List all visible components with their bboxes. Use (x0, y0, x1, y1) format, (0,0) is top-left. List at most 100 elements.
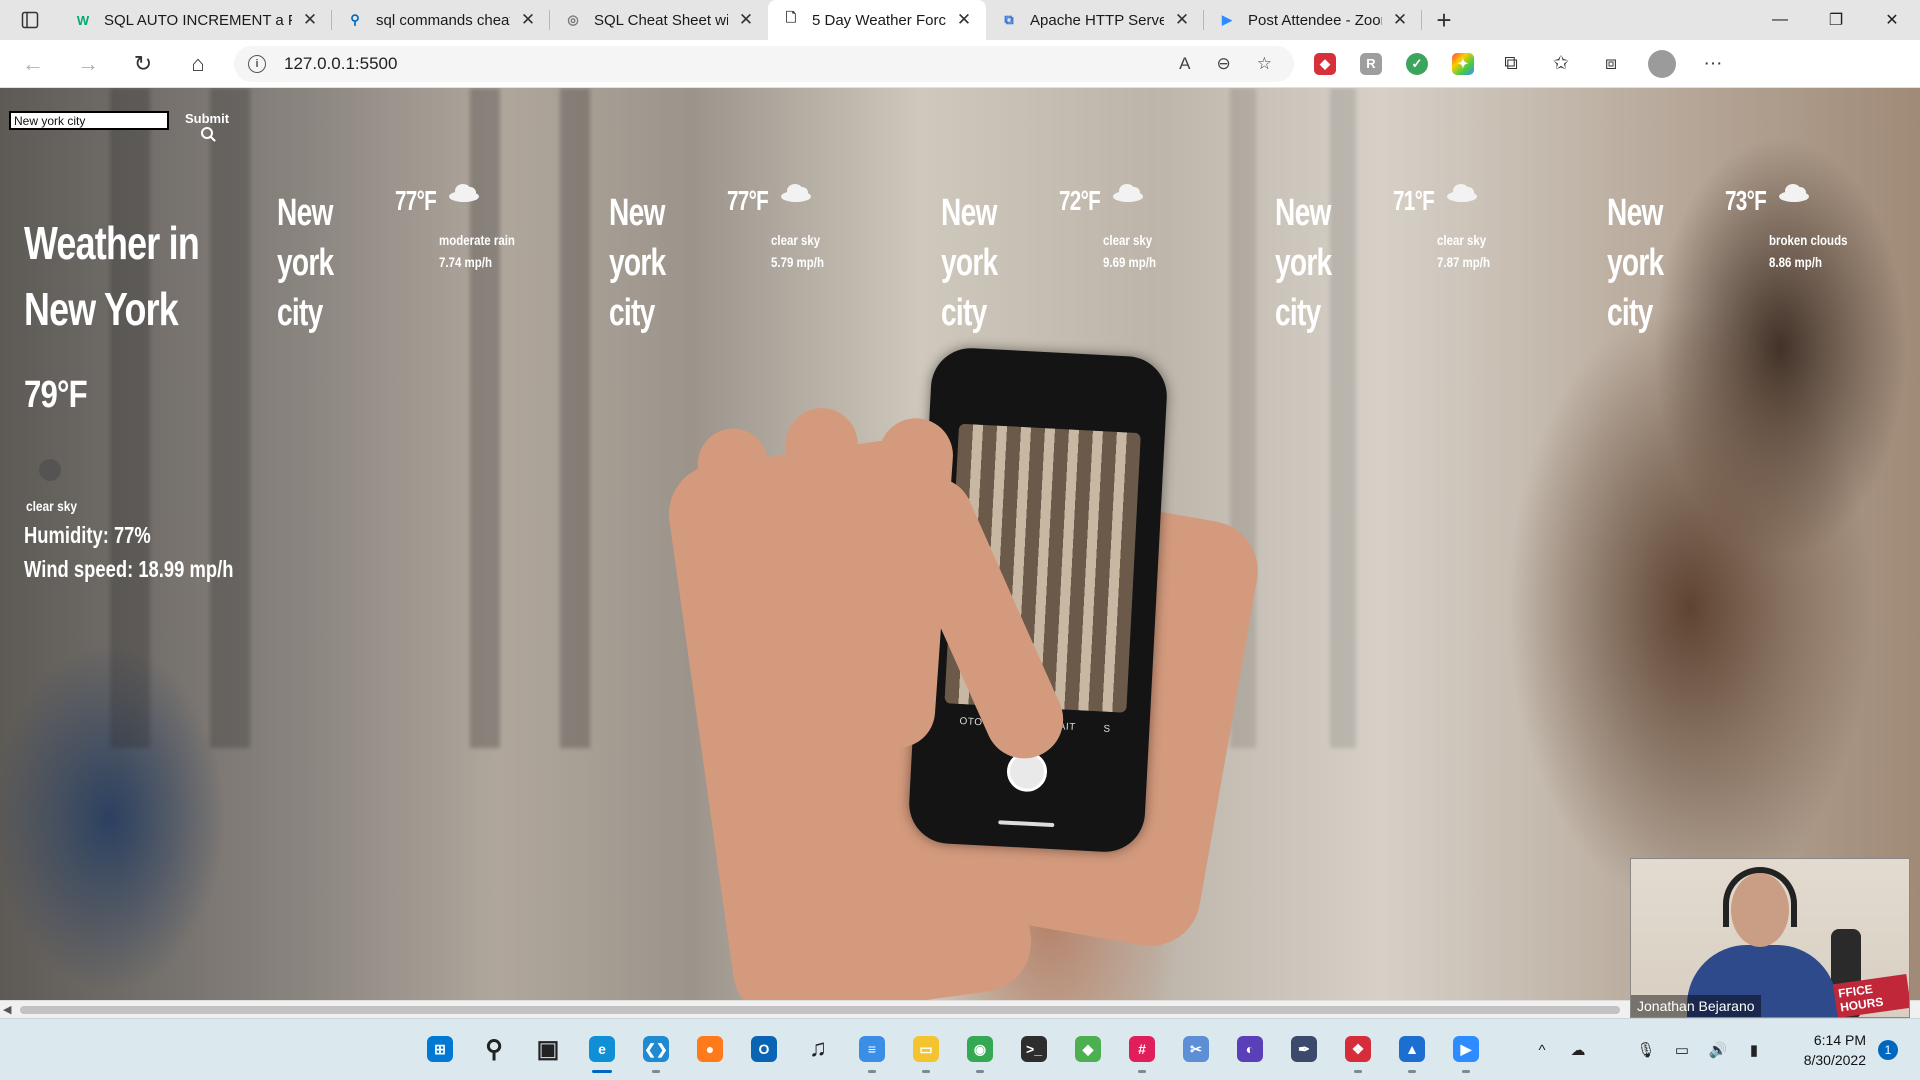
forecast-card: New york city 73°F broken clouds 8.86 mp… (1607, 184, 1857, 334)
refresh-button[interactable]: ↻ (121, 44, 165, 84)
snipping-tool-icon[interactable]: ✂ (1176, 1029, 1216, 1069)
home-button[interactable]: ⌂ (176, 44, 220, 84)
moon-app-glyph: ◐ (1237, 1036, 1263, 1062)
close-tab-icon[interactable]: ✕ (1390, 10, 1410, 30)
itunes-glyph: ♫ (809, 1035, 827, 1062)
extension-color-icon[interactable]: ✦ (1452, 52, 1474, 75)
firefox-icon[interactable]: ● (690, 1029, 730, 1069)
browser-tab[interactable]: ⚲ sql commands cheat sheet - ✕ (332, 0, 550, 40)
vscode-icon[interactable]: ❮❯ (636, 1029, 676, 1073)
inkscape-icon[interactable]: ✒ (1284, 1029, 1324, 1069)
zoom-icon[interactable]: ▶ (1446, 1029, 1486, 1073)
vscode-glyph: ❮❯ (643, 1036, 669, 1062)
windows-start-icon[interactable]: ⊞ (420, 1029, 460, 1069)
search-glyph: ⚲ (485, 1035, 503, 1063)
submit-button[interactable]: Submit (184, 111, 230, 145)
weather-icon (39, 459, 61, 481)
collections-icon[interactable]: ⧈ (1598, 51, 1624, 77)
submit-label: Submit (184, 111, 230, 126)
forward-button[interactable]: → (66, 44, 110, 84)
task-view-icon[interactable]: ▣ (528, 1029, 568, 1069)
forecast-temp: 77°F (727, 185, 769, 216)
scroll-left-icon[interactable]: ◀ (3, 1003, 11, 1016)
browser-tab-strip: W SQL AUTO INCREMENT a Fi ✕ ⚲ sql commands c… (0, 0, 1920, 40)
close-tab-icon[interactable]: ✕ (954, 10, 974, 30)
close-tab-icon[interactable]: ✕ (1172, 10, 1192, 30)
back-button[interactable]: ← (11, 44, 55, 84)
forecast-temp: 73°F (1725, 185, 1767, 216)
site-info-icon[interactable]: i (248, 54, 266, 73)
microphone-icon[interactable]: 🎙 (1632, 1036, 1660, 1064)
search-icon[interactable]: ⚲ (474, 1029, 514, 1069)
notification-badge[interactable]: 1 (1878, 1040, 1898, 1060)
photos-icon[interactable]: ▲ (1392, 1029, 1432, 1073)
browser-tab[interactable]: ◎ SQL Cheat Sheet with Comm ✕ (550, 0, 768, 40)
file-explorer-icon[interactable]: ▭ (906, 1029, 946, 1073)
zoom-video-tile[interactable]: FFICE HOURS Jonathan Bejarano (1630, 858, 1910, 1018)
notepad-icon[interactable]: ≡ (852, 1029, 892, 1073)
extensions-icon[interactable]: ⧉ (1498, 51, 1524, 77)
tab-title: 5 Day Weather Forcast (812, 11, 946, 29)
show-hidden-icons[interactable]: ^ (1528, 1036, 1556, 1064)
profile-avatar[interactable] (1648, 49, 1676, 78)
address-bar[interactable]: i 127.0.0.1:5500 A ⊖ ☆ (234, 45, 1294, 82)
browser-tab[interactable]: ⧉ Apache HTTP Server vs Her ✕ (986, 0, 1204, 40)
slack-icon[interactable]: # (1122, 1029, 1162, 1073)
itunes-icon[interactable]: ♫ (798, 1029, 838, 1069)
close-tab-icon[interactable]: ✕ (518, 10, 538, 30)
tab-actions-button[interactable] (0, 0, 60, 40)
url-text[interactable]: 127.0.0.1:5500 (284, 54, 397, 74)
current-weather-title: Weather in New York (24, 217, 200, 335)
extension-green-icon[interactable]: ✓ (1406, 52, 1428, 75)
current-temp: 79°F (24, 374, 88, 416)
forecast-city: New york city (609, 192, 666, 334)
current-humidity: Humidity: 77% (24, 522, 151, 548)
restore-button[interactable]: ❐ (1808, 0, 1864, 40)
git-kraken-icon[interactable]: ❖ (1338, 1029, 1378, 1073)
cloud-icon (1777, 182, 1809, 202)
camera-mode-more: S (1103, 723, 1111, 735)
volume-icon[interactable]: 🔊 (1704, 1036, 1732, 1064)
zoom-out-icon[interactable]: ⊖ (1217, 54, 1231, 74)
city-search-input[interactable] (9, 111, 169, 130)
terminal-glyph: >_ (1021, 1036, 1047, 1062)
battery-icon[interactable]: ▮ (1740, 1036, 1768, 1064)
browser-tab[interactable]: W SQL AUTO INCREMENT a Fi ✕ (60, 0, 332, 40)
minimize-button[interactable]: — (1752, 0, 1808, 40)
clock[interactable]: 6:14 PM 8/30/2022 (1776, 1030, 1866, 1070)
current-description: clear sky (26, 498, 77, 514)
tab-actions-icon (21, 11, 39, 29)
outlook-glyph: O (751, 1036, 777, 1062)
add-favorite-icon[interactable]: ☆ (1257, 54, 1272, 74)
forecast-temp: 72°F (1059, 185, 1101, 216)
extension-red-icon[interactable]: ◆ (1314, 52, 1336, 75)
home-indicator (998, 820, 1055, 828)
browser-tab[interactable]: 🗋 5 Day Weather Forcast ✕ (768, 0, 986, 40)
browser-tab[interactable]: ▶ Post Attendee - Zoom ✕ (1204, 0, 1422, 40)
close-window-button[interactable]: ✕ (1864, 0, 1920, 40)
forecast-wind: 8.86 mp/h (1769, 254, 1822, 270)
sourcetree-icon[interactable]: ◆ (1068, 1029, 1108, 1069)
close-tab-icon[interactable]: ✕ (736, 10, 756, 30)
read-aloud-icon[interactable]: A (1179, 54, 1190, 74)
site-icon: ◎ (567, 12, 579, 27)
close-tab-icon[interactable]: ✕ (300, 10, 320, 30)
edge-glyph: e (589, 1036, 615, 1062)
outlook-icon[interactable]: O (744, 1029, 784, 1069)
clock-date: 8/30/2022 (1803, 1052, 1866, 1068)
zoom-icon: ▶ (1222, 12, 1232, 27)
moon-app-icon[interactable]: ◐ (1230, 1029, 1270, 1069)
new-tab-button[interactable]: + (1422, 0, 1466, 40)
favorites-icon[interactable]: ✩ (1548, 51, 1574, 77)
onedrive-icon[interactable]: ☁ (1564, 1036, 1592, 1064)
network-icon[interactable]: ▭ (1668, 1036, 1696, 1064)
cloud-icon (1111, 182, 1143, 202)
chrome-icon[interactable]: ◉ (960, 1029, 1000, 1073)
edge-icon[interactable]: e (582, 1029, 622, 1073)
scrollbar-thumb[interactable] (20, 1006, 1620, 1014)
extension-gray-icon[interactable]: R (1360, 52, 1382, 75)
settings-menu-icon[interactable]: ··· (1700, 51, 1726, 77)
terminal-icon[interactable]: >_ (1014, 1029, 1054, 1069)
forecast-wind: 5.79 mp/h (771, 254, 824, 270)
snipping-tool-glyph: ✂ (1183, 1036, 1209, 1062)
